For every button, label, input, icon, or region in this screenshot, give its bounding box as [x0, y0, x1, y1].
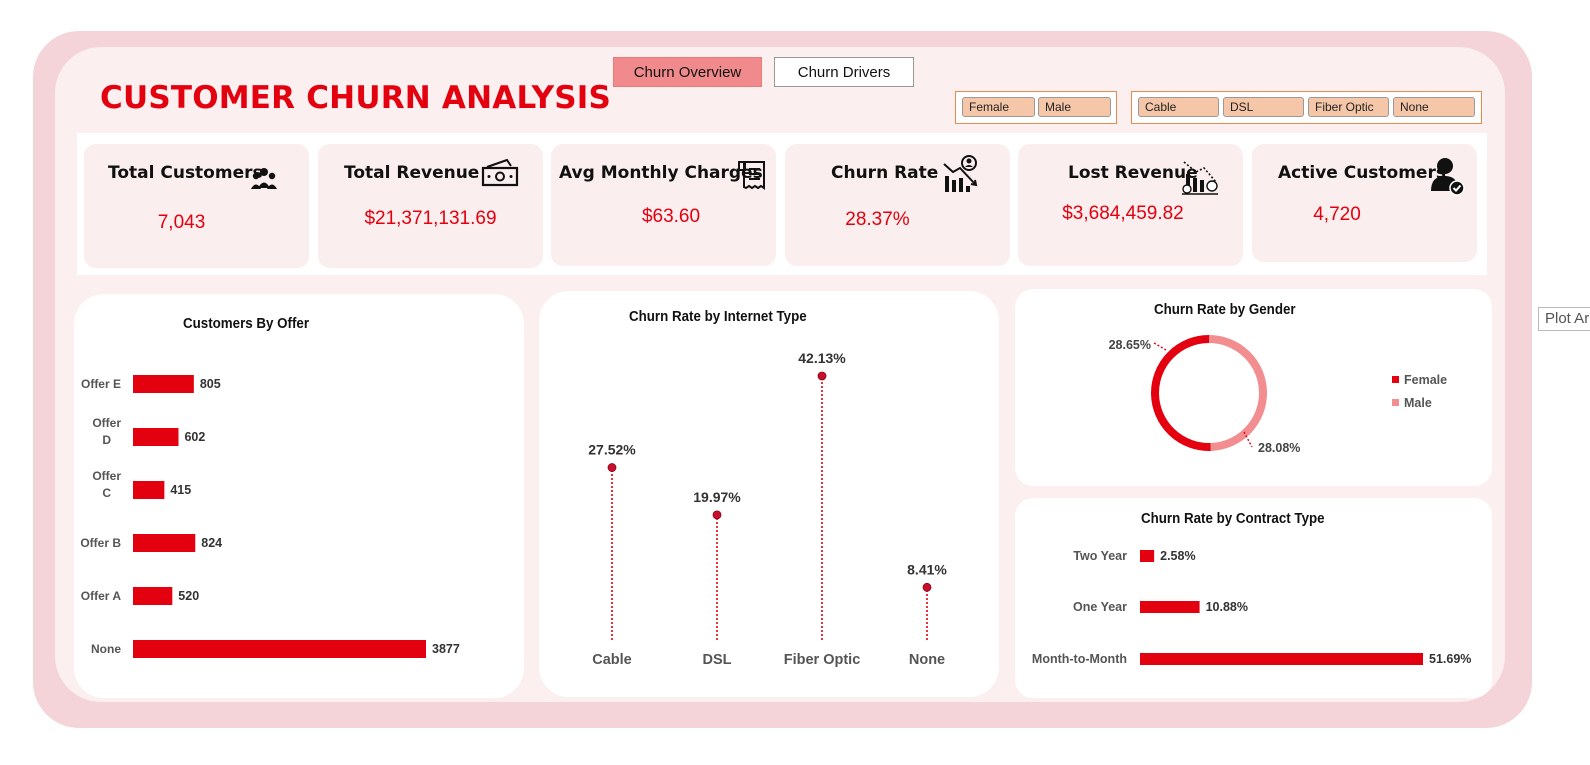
offer-bar [133, 587, 173, 605]
plot-area-tooltip: Plot Ar [1538, 307, 1590, 331]
offer-category-label: None [91, 642, 121, 656]
offer-data-label: 3877 [432, 642, 460, 656]
offer-data-label: 415 [170, 483, 191, 497]
offer-category-label: Offer C [92, 469, 121, 500]
offer-data-label: 805 [200, 377, 221, 391]
offer-bar [133, 428, 179, 446]
offer-category-label: Offer E [81, 377, 121, 391]
offer-bar [133, 481, 165, 499]
customers-by-offer-chart: Offer E 805 Offer D 602 Offer C 415 Offer B 824 Of… [80, 375, 460, 658]
offer-data-label: 520 [178, 589, 199, 603]
offer-category-label: Offer B [80, 536, 121, 550]
offer-bar [133, 534, 196, 552]
offer-category-label: Offer A [81, 589, 122, 603]
offer-data-label: 824 [201, 536, 222, 550]
offer-data-label: 602 [184, 430, 205, 444]
offer-bar [133, 640, 426, 658]
offer-category-label: Offer D [92, 416, 121, 447]
offer-bar [133, 375, 194, 393]
